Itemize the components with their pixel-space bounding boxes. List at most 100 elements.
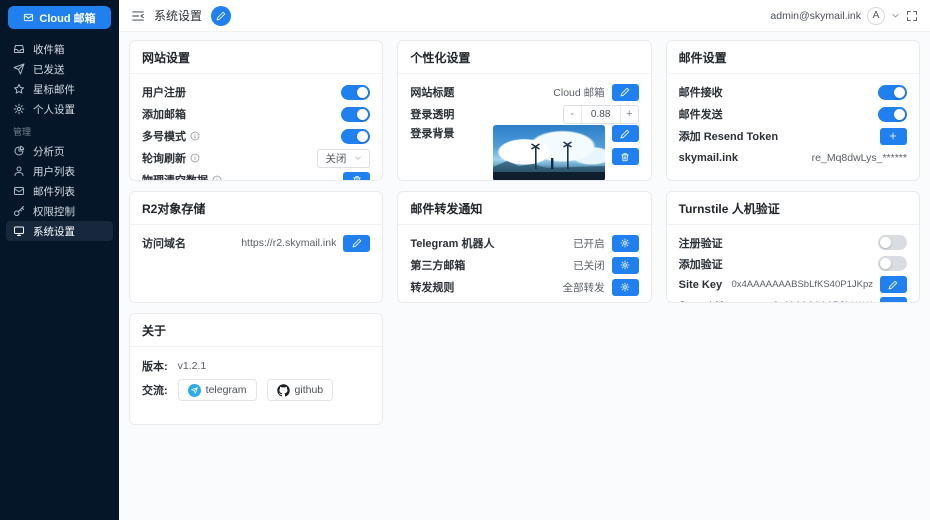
row-register-verify: 注册验证 [679,232,907,253]
sidebar-item-users[interactable]: 用户列表 [6,161,113,181]
pencil-icon [888,280,898,290]
stepper-plus-button[interactable]: + [621,106,638,123]
field-label: 邮件接收 [678,87,723,99]
row-user-register: 用户注册 [142,81,371,103]
trash-icon [352,175,362,181]
edit-site-title-button[interactable] [611,83,639,101]
forward-rule-settings-button[interactable] [611,278,639,296]
telegram-settings-button[interactable] [611,234,639,252]
card-title: 邮件转发通知 [398,192,651,225]
field-label: 添加 Resend Token [678,131,779,143]
github-link-button[interactable]: github [266,379,334,401]
sidebar-item-label: 已发送 [33,63,65,76]
trash-icon [620,152,630,162]
sidebar-item-starred[interactable]: 星标邮件 [6,79,113,99]
card-title: 个性化设置 [398,41,651,74]
user-icon [13,165,25,177]
field-label: 物理清空数据 [142,175,208,181]
fullscreen-icon[interactable] [906,10,918,22]
card-title: 邮件设置 [666,41,919,74]
sidebar-item-system-settings[interactable]: 系统设置 [6,221,113,241]
gear-icon [620,260,630,270]
edit-site-key-button[interactable] [879,276,907,293]
login-opacity-value[interactable]: 0.88 [580,105,621,123]
login-opacity-stepper: - 0.88 + [562,104,639,124]
user-register-toggle[interactable] [341,84,371,100]
register-verify-toggle[interactable] [877,235,907,250]
sidebar-item-permissions[interactable]: 权限控制 [6,201,113,221]
mail-icon [13,185,25,197]
sidebar-item-analytics[interactable]: 分析页 [6,141,113,161]
telegram-icon [187,383,201,397]
field-label: 用户注册 [142,87,186,99]
polling-refresh-select[interactable]: 关闭 [317,148,371,168]
edit-background-button[interactable] [611,125,639,142]
main-area: 系统设置 admin@skymail.ink A 网站设置 用户注册 添加邮箱 [119,0,930,520]
inbox-icon [13,43,25,55]
sidebar-item-label: 邮件列表 [33,185,75,198]
login-background-image[interactable] [492,125,605,180]
row-third-party-mailbox: 第三方邮箱 已关闭 [410,254,639,276]
row-purge-data: 物理清空数据 [142,169,371,181]
field-label: 访问域名 [142,238,186,250]
card-mail-settings: 邮件设置 邮件接收 邮件发送 添加 Resend Token skymail.i… [665,40,920,181]
sidebar-collapse-icon[interactable] [131,9,145,23]
edit-title-button[interactable] [211,5,232,26]
row-version: 版本: v1.2.1 [142,354,370,378]
field-label: 轮询刷新 [142,153,186,165]
sidebar-item-personal-settings[interactable]: 个人设置 [6,99,113,119]
mail-receive-toggle[interactable] [877,84,907,100]
card-about: 关于 版本: v1.2.1 交流: telegram github [129,313,384,425]
purge-data-button[interactable] [343,171,371,181]
field-label: Secret Key [679,300,736,303]
edit-r2-domain-button[interactable] [343,234,371,252]
edit-secret-key-button[interactable] [879,297,907,304]
card-title: 关于 [130,314,383,347]
mail-send-toggle[interactable] [877,106,907,122]
sidebar-item-sent[interactable]: 已发送 [6,59,113,79]
gear-icon [620,238,630,248]
site-title-value: Cloud 邮箱 [553,86,605,99]
avatar[interactable]: A [867,6,885,25]
delete-background-button[interactable] [611,148,639,165]
sidebar-item-label: 星标邮件 [33,83,75,96]
sidebar-item-label: 权限控制 [33,205,75,218]
logo-button[interactable]: Cloud 邮箱 [8,6,111,29]
github-icon [277,384,290,397]
add-verify-toggle[interactable] [877,256,907,271]
row-site-title: 网站标题 Cloud 邮箱 [410,81,639,103]
secret-key-value: 0x4AAAAAAABSb****** [773,300,873,302]
row-add-resend-token: 添加 Resend Token [679,125,907,147]
forward-rule-status: 全部转发 [562,281,605,294]
row-resend-token: skymail.ink re_Mq8dwLys_****** [679,147,907,169]
pencil-icon [888,301,898,304]
sidebar-item-label: 收件箱 [33,43,65,56]
multi-account-toggle[interactable] [341,128,371,144]
chevron-down-icon [354,154,362,162]
row-community: 交流: telegram github [142,378,370,402]
third-party-settings-button[interactable] [611,256,639,274]
field-label: 第三方邮箱 [410,260,466,272]
stepper-minus-button[interactable]: - [564,106,581,123]
row-mail-send: 邮件发送 [679,103,907,125]
telegram-link-button[interactable]: telegram [177,379,257,401]
chevron-down-icon[interactable] [891,11,900,20]
row-mail-receive: 邮件接收 [679,81,907,103]
monitor-icon [13,225,25,237]
community-label: 交流: [142,385,168,397]
sidebar-item-inbox[interactable]: 收件箱 [6,39,113,59]
field-label: 邮件发送 [678,109,723,121]
telegram-link-label: telegram [205,384,247,396]
add-mailbox-toggle[interactable] [341,106,371,122]
plus-icon [888,131,898,141]
row-forward-rule: 转发规则 全部转发 [410,276,639,298]
sidebar-item-mail-list[interactable]: 邮件列表 [6,181,113,201]
field-label: 转发规则 [410,282,455,294]
row-r2-domain: 访问域名 https://r2.skymail.ink [142,232,371,254]
row-login-background: 登录背景 [410,125,639,180]
telegram-status: 已开启 [573,237,605,250]
add-resend-token-button[interactable] [879,127,907,145]
row-polling-refresh: 轮询刷新 关闭 [142,147,371,169]
field-label: 添加验证 [678,258,723,271]
info-icon [190,153,200,163]
